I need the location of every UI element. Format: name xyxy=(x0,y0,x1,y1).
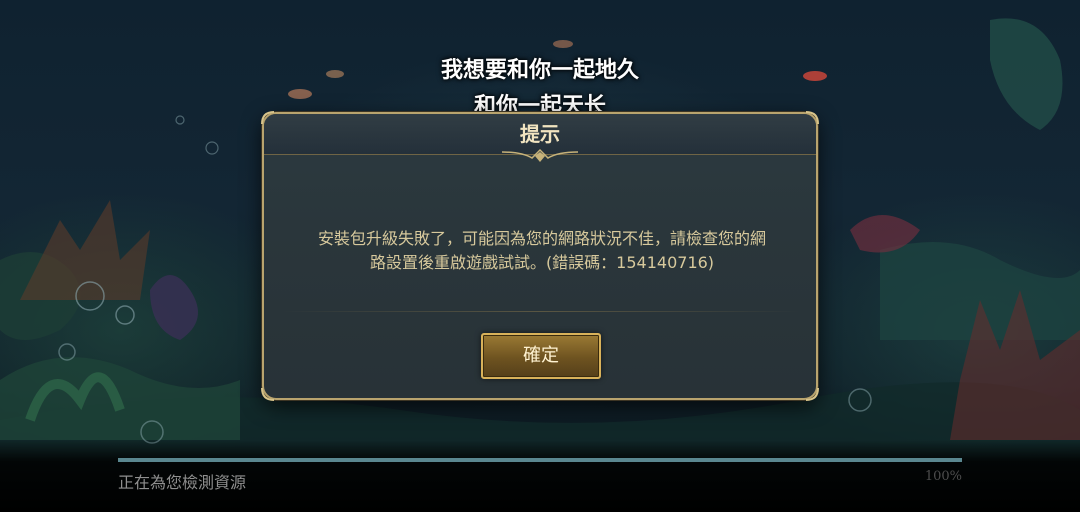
corner-ornament-icon xyxy=(805,387,819,401)
error-message: 安裝包升級失敗了，可能因為您的網路狀況不佳，請檢查您的網 路設置後重啟遊戲試試。… xyxy=(282,227,802,275)
lyric-line-1: 我想要和你一起地久 xyxy=(440,58,639,83)
progress-bar xyxy=(118,458,962,462)
loading-percent: 100% xyxy=(924,469,962,484)
dialog-title: 提示 xyxy=(520,122,560,146)
dialog-divider xyxy=(282,311,800,312)
alert-dialog: 提示 安裝包升級失敗了，可能因為您的網路狀況不佳，請檢查您的網 路設置後重啟遊戲… xyxy=(261,111,819,401)
error-message-line-2: 路設置後重啟遊戲試試。(錯誤碼：154140716) xyxy=(369,253,715,272)
loading-status-text: 正在為您檢測資源 xyxy=(118,473,247,492)
corner-ornament-icon xyxy=(805,111,819,125)
error-message-line-1: 安裝包升級失敗了，可能因為您的網路狀況不佳，請檢查您的網 xyxy=(317,229,766,248)
corner-ornament-icon xyxy=(261,111,275,125)
header-ornament-icon xyxy=(502,148,578,162)
confirm-button[interactable]: 確定 xyxy=(481,333,601,379)
progress-bar-fill xyxy=(118,458,962,462)
corner-ornament-icon xyxy=(261,387,275,401)
